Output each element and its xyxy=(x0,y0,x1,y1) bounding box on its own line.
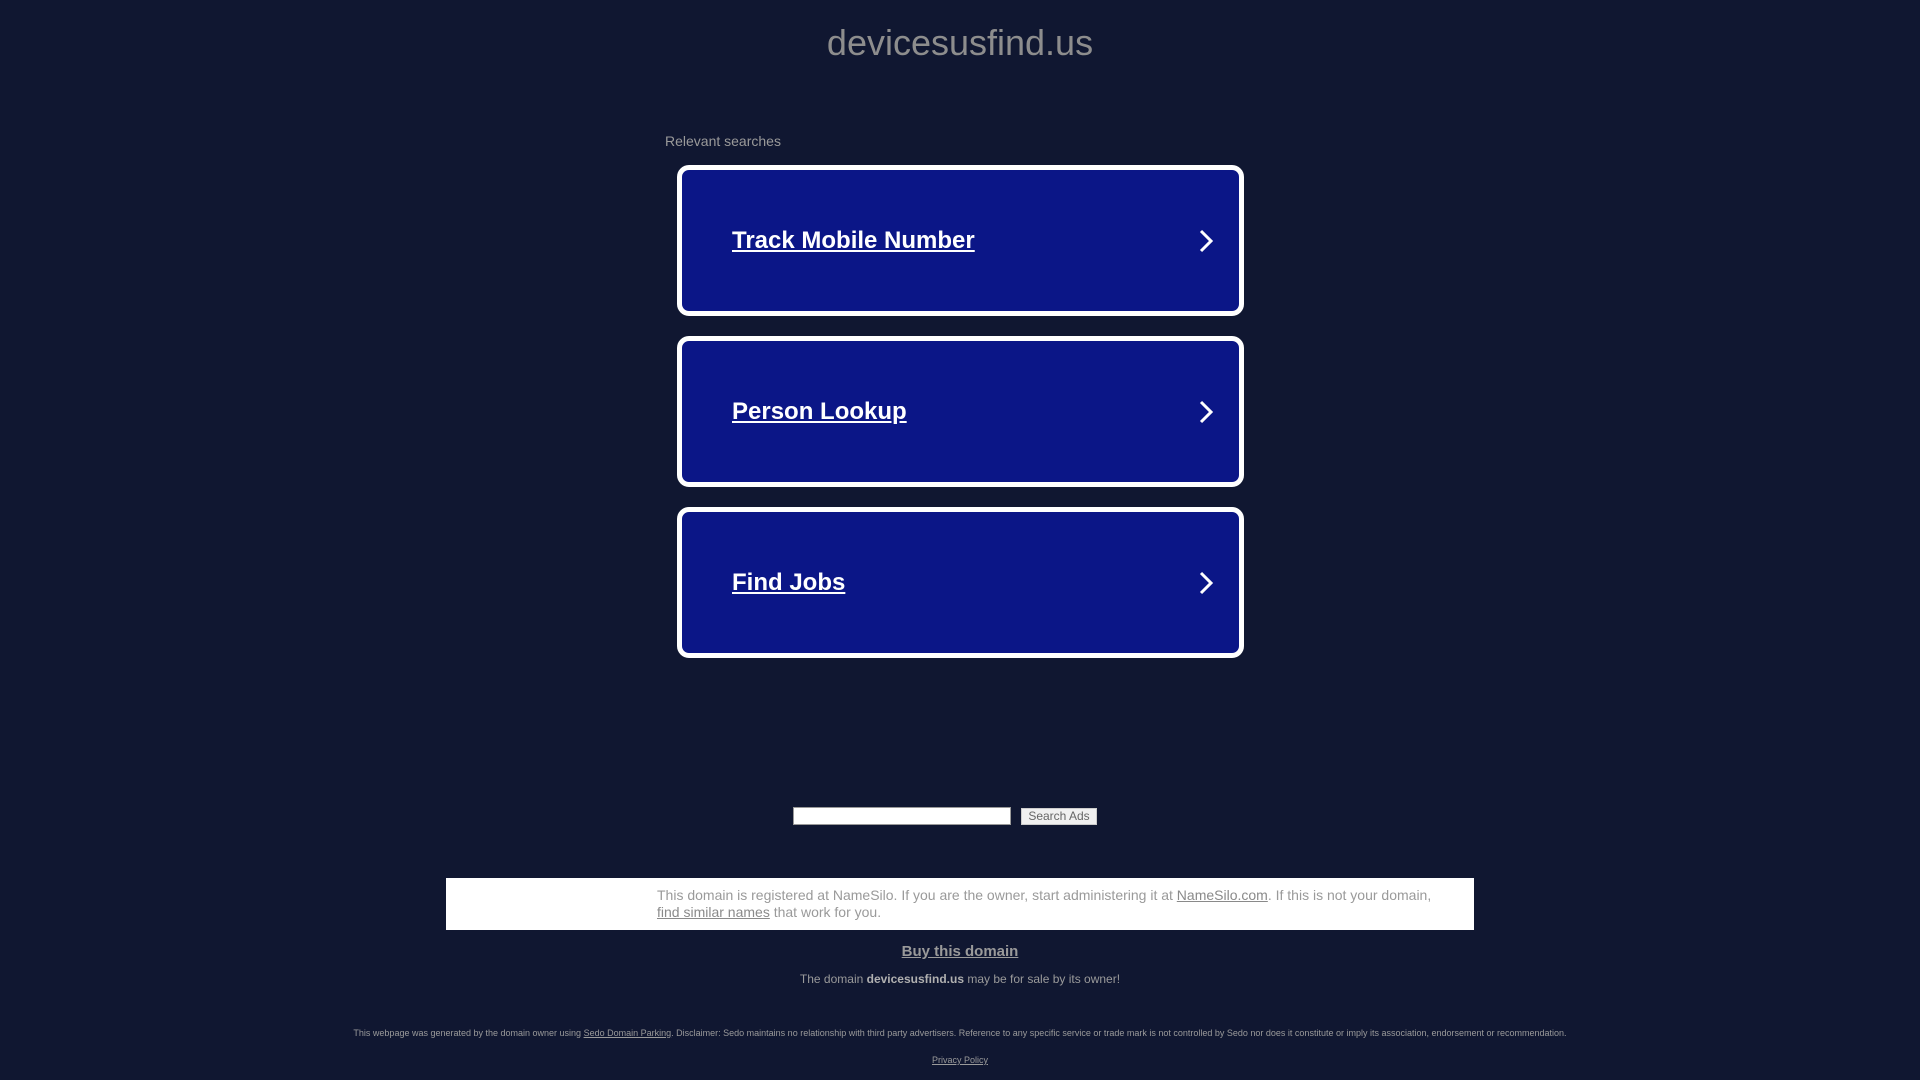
search-link-label[interactable]: Find Jobs xyxy=(732,569,1193,597)
privacy-policy-link[interactable]: Privacy Policy xyxy=(932,1055,988,1065)
search-link-label[interactable]: Person Lookup xyxy=(732,398,1193,426)
disclaimer-text: This webpage was generated by the domain… xyxy=(353,1028,584,1038)
buy-domain-link[interactable]: Buy this domain xyxy=(902,943,1019,960)
search-link-person-lookup[interactable]: Person Lookup xyxy=(677,336,1244,487)
sale-suffix: may be for sale by its owner! xyxy=(964,972,1121,986)
notice-text: . If this is not your domain, xyxy=(1267,887,1432,903)
search-ads-button[interactable]: Search Ads xyxy=(1021,807,1097,825)
chevron-right-icon xyxy=(1193,399,1219,425)
search-ads-form: Search Ads xyxy=(0,807,1920,825)
privacy: Privacy Policy xyxy=(0,1055,1920,1065)
find-similar-names-link[interactable]: find similar names xyxy=(657,904,770,920)
notice-text: This domain is registered at NameSilo. I… xyxy=(657,887,1177,903)
registrar-notice: This domain is registered at NameSilo. I… xyxy=(446,878,1474,930)
sedo-parking-link[interactable]: Sedo Domain Parking xyxy=(584,1028,672,1038)
disclaimer: This webpage was generated by the domain… xyxy=(0,1028,1920,1038)
search-input[interactable] xyxy=(793,807,1012,825)
sale-prefix: The domain xyxy=(799,972,867,986)
disclaimer-text: . Disclaimer: Sedo maintains no relation… xyxy=(671,1028,1567,1038)
notice-text: that work for you. xyxy=(769,904,882,920)
domain-title: devicesusfind.us xyxy=(826,22,1094,63)
search-link-find-jobs[interactable]: Find Jobs xyxy=(677,507,1244,658)
sale-note: The domain devicesusfind.us may be for s… xyxy=(0,972,1920,986)
search-link-label[interactable]: Track Mobile Number xyxy=(732,227,1193,255)
chevron-right-icon xyxy=(1193,228,1219,254)
search-link-track-mobile-number[interactable]: Track Mobile Number xyxy=(677,165,1244,316)
namesilo-link[interactable]: NameSilo.com xyxy=(1177,887,1268,903)
relevant-searches-label: Relevant searches xyxy=(665,133,781,149)
parked-domain-page: devicesusfind.us Relevant searches Track… xyxy=(0,0,1920,1080)
chevron-right-icon xyxy=(1193,570,1219,596)
buy-domain: Buy this domain xyxy=(0,943,1920,960)
sale-domain: devicesusfind.us xyxy=(866,972,964,986)
